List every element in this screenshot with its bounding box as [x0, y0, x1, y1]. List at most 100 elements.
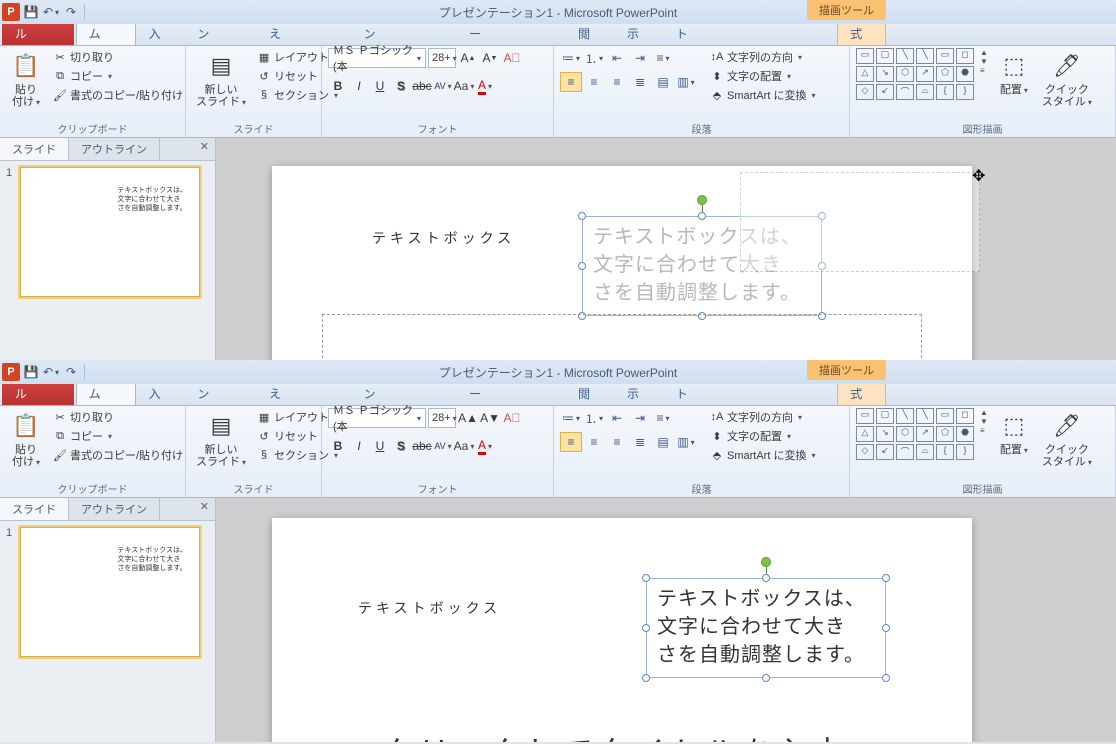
slide-canvas[interactable]: テキストボックス テキストボックスは、 文字に合わせて大き さを自動調整します。…	[216, 138, 1116, 360]
inc-indent-button[interactable]: ⇥	[629, 48, 651, 68]
align-left-button[interactable]: ≡	[560, 72, 582, 92]
clear-format-button[interactable]: A⃠	[502, 408, 522, 428]
shrink-font-button[interactable]: A▼	[480, 48, 500, 68]
arrange-button[interactable]: ⬚配置	[994, 408, 1034, 458]
title-placeholder-text[interactable]: クリックしてタイトルを入力	[382, 728, 849, 742]
distribute-button[interactable]: ▤	[652, 72, 674, 92]
smartart-button[interactable]: ⬘SmartArt に変換	[707, 446, 818, 464]
shadow-button[interactable]: S	[391, 436, 411, 456]
slide-thumbnail[interactable]: テキストボックスは、 文字に合わせて大き さを自動調整します。	[20, 527, 200, 657]
shrink-font-button[interactable]: A▼	[480, 408, 500, 428]
slides-panel: スライド アウトライン ✕ 1 テキストボックスは、 文字に合わせて大き さを自…	[0, 138, 216, 360]
italic-button[interactable]: I	[349, 436, 369, 456]
bullets-button[interactable]: ≔	[560, 408, 582, 428]
columns-button[interactable]: ▥	[675, 432, 697, 452]
slide[interactable]: テキストボックス テキストボックスは、 文字に合わせて大き さを自動調整します。…	[272, 518, 972, 742]
text-direction-button[interactable]: ↕A文字列の方向	[707, 48, 818, 66]
powerpoint-icon[interactable]: P	[2, 3, 20, 21]
line-spacing-button[interactable]: ≡	[652, 408, 674, 428]
strike-button[interactable]: abc	[412, 76, 432, 96]
close-panel-icon[interactable]: ✕	[194, 138, 215, 160]
group-clipboard: 📋 貼り付け ✂切り取り ⧉コピー 🖌書式のコピー/貼り付け クリップボード	[0, 46, 186, 137]
justify-button[interactable]: ≣	[629, 72, 651, 92]
outline-tab[interactable]: アウトライン	[69, 498, 160, 520]
group-paragraph: ≔ ⒈ ⇤ ⇥ ≡ ≡ ≡ ≡ ≣ ▤ ▥	[554, 406, 850, 497]
slide-canvas[interactable]: テキストボックス テキストボックスは、 文字に合わせて大き さを自動調整します。…	[216, 498, 1116, 742]
shapes-gallery[interactable]: ▭▢╲╲▭◻ △↘⬡↗⬠⬣ ◇↙⌒⌓{}	[856, 408, 974, 460]
align-right-button[interactable]: ≡	[606, 432, 628, 452]
italic-button[interactable]: I	[349, 76, 369, 96]
grow-font-button[interactable]: A▲	[458, 408, 478, 428]
contextual-tab-label: 描画ツール	[807, 360, 886, 380]
align-center-button[interactable]: ≡	[583, 432, 605, 452]
justify-button[interactable]: ≣	[629, 432, 651, 452]
new-slide-button[interactable]: ▤ 新しい スライド	[192, 48, 250, 110]
quick-styles-button[interactable]: 🖊クイック スタイル	[1038, 408, 1096, 470]
text-direction-button[interactable]: ↕A文字列の方向	[707, 408, 818, 426]
underline-button[interactable]: U	[370, 436, 390, 456]
align-center-button[interactable]: ≡	[583, 72, 605, 92]
undo-icon[interactable]: ↶	[42, 363, 60, 381]
columns-button[interactable]: ▥	[675, 72, 697, 92]
copy-button[interactable]: ⧉コピー	[50, 427, 186, 445]
font-size-select[interactable]: 28+	[428, 48, 456, 68]
line-spacing-button[interactable]: ≡	[652, 48, 674, 68]
underline-button[interactable]: U	[370, 76, 390, 96]
change-case-button[interactable]: Aa	[454, 436, 474, 456]
font-size-select[interactable]: 28+	[428, 408, 456, 428]
clear-format-button[interactable]: A⃠	[502, 48, 522, 68]
distribute-button[interactable]: ▤	[652, 432, 674, 452]
shapes-gallery[interactable]: ▭▢╲╲▭◻ △↘⬡↗⬠⬣ ◇↙⌒⌓{}	[856, 48, 974, 100]
cut-button[interactable]: ✂切り取り	[50, 48, 186, 66]
close-panel-icon[interactable]: ✕	[194, 498, 215, 520]
cut-button[interactable]: ✂切り取り	[50, 408, 186, 426]
rotate-handle[interactable]	[761, 557, 771, 567]
slide-thumbnail[interactable]: テキストボックスは、 文字に合わせて大き さを自動調整します。	[20, 167, 200, 297]
strike-button[interactable]: abc	[412, 436, 432, 456]
inc-indent-button[interactable]: ⇥	[629, 408, 651, 428]
rotate-handle[interactable]	[697, 195, 707, 205]
change-case-button[interactable]: Aa	[454, 76, 474, 96]
new-slide-button[interactable]: ▤新しい スライド	[192, 408, 250, 470]
quick-styles-button[interactable]: 🖊 クイック スタイル	[1038, 48, 1096, 110]
numbering-button[interactable]: ⒈	[583, 408, 605, 428]
font-color-button[interactable]: A	[475, 436, 495, 456]
arrange-button[interactable]: ⬚ 配置	[994, 48, 1034, 98]
numbering-button[interactable]: ⒈	[583, 48, 605, 68]
grow-font-button[interactable]: A▲	[458, 48, 478, 68]
slides-tab[interactable]: スライド	[0, 138, 69, 160]
align-right-button[interactable]: ≡	[606, 72, 628, 92]
smartart-button[interactable]: ⬘SmartArt に変換	[707, 86, 818, 104]
bold-button[interactable]: B	[328, 436, 348, 456]
bold-button[interactable]: B	[328, 76, 348, 96]
slides-tab[interactable]: スライド	[0, 498, 69, 520]
slide[interactable]: テキストボックス テキストボックスは、 文字に合わせて大き さを自動調整します。…	[272, 166, 972, 360]
dec-indent-button[interactable]: ⇤	[606, 48, 628, 68]
align-text-button[interactable]: ⬍文字の配置	[707, 427, 818, 445]
align-left-button[interactable]: ≡	[560, 432, 582, 452]
align-text-button[interactable]: ⬍文字の配置	[707, 67, 818, 85]
outline-tab[interactable]: アウトライン	[69, 138, 160, 160]
char-spacing-button[interactable]: AV	[433, 76, 453, 96]
bullets-button[interactable]: ≔	[560, 48, 582, 68]
group-slides: ▤新しい スライド ▦レイアウト ↺リセット §セクション スライド	[186, 406, 322, 497]
redo-icon[interactable]: ↷	[62, 363, 80, 381]
undo-icon[interactable]: ↶	[42, 3, 60, 21]
textbox-selected[interactable]: テキストボックスは、 文字に合わせて大き さを自動調整します。	[646, 578, 886, 678]
dec-indent-button[interactable]: ⇤	[606, 408, 628, 428]
save-icon[interactable]: 💾	[22, 363, 40, 381]
format-painter-button[interactable]: 🖌書式のコピー/貼り付け	[50, 446, 186, 464]
redo-icon[interactable]: ↷	[62, 3, 80, 21]
save-icon[interactable]: 💾	[22, 3, 40, 21]
copy-button[interactable]: ⧉コピー	[50, 67, 186, 85]
shadow-button[interactable]: S	[391, 76, 411, 96]
format-painter-button[interactable]: 🖌書式のコピー/貼り付け	[50, 86, 186, 104]
paste-button[interactable]: 📋貼り付け	[6, 408, 46, 470]
font-name-select[interactable]: ＭＳ Ｐゴシック (本	[328, 48, 426, 68]
paste-button[interactable]: 📋 貼り付け	[6, 48, 46, 110]
char-spacing-button[interactable]: AV	[433, 436, 453, 456]
powerpoint-icon[interactable]: P	[2, 363, 20, 381]
font-color-button[interactable]: A	[475, 76, 495, 96]
font-name-select[interactable]: ＭＳ Ｐゴシック (本	[328, 408, 426, 428]
textbox-label: テキストボックス	[372, 228, 515, 248]
